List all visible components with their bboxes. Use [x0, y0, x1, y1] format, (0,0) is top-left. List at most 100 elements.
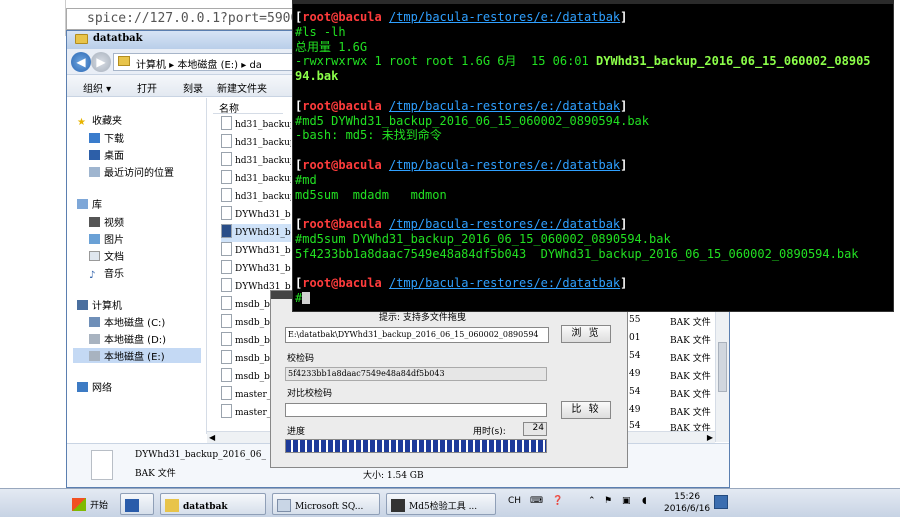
file-icon — [221, 332, 232, 346]
sidebar-item-favorites[interactable]: ★ 收藏夹 — [77, 112, 122, 128]
sidebar-item-documents[interactable]: 文档 — [89, 248, 124, 263]
type-cell: BAK 文件 — [670, 390, 711, 400]
sidebar-item-downloads[interactable]: 下载 — [89, 130, 124, 145]
list-item-selected[interactable]: DYWhd31_back — [221, 224, 291, 242]
checksum-field[interactable]: 5f4233bb1a8daac7549e48a84df5b043 — [285, 367, 547, 381]
system-clock[interactable]: 15:26 2016/6/16 — [664, 491, 710, 515]
list-item[interactable]: DYWhd31_back — [221, 206, 291, 224]
date-cell: 54 — [629, 387, 641, 397]
sidebar-item-pictures[interactable]: 图片 — [89, 231, 124, 246]
ime-indicator[interactable]: CH — [508, 496, 521, 506]
sidebar-item-desktop[interactable]: 桌面 — [89, 147, 124, 162]
spice-url-field[interactable]: spice://127.0.0.1?port=5900; — [66, 8, 306, 30]
date-cell: 49 — [629, 369, 641, 379]
pictures-icon — [89, 234, 100, 244]
list-item[interactable]: hd31_backup_ — [221, 116, 291, 134]
show-hidden-icons-icon[interactable]: ⌃ — [588, 496, 596, 506]
list-item[interactable]: hd31_backup_ — [221, 152, 291, 170]
clock-time: 15:26 — [674, 492, 701, 502]
music-icon: ♪ — [89, 270, 96, 281]
sidebar-item-disk-c[interactable]: 本地磁盘 (C:) — [89, 314, 165, 329]
taskbar-sql[interactable]: Microsoft SQ... — [272, 493, 380, 515]
desktop-icon — [89, 150, 100, 160]
navigation-pane: ★ 收藏夹 下载 桌面 最近访问的位置 库 视频 图片 文档 ♪ 音乐 计算机 本地… — [67, 98, 207, 434]
open-button[interactable]: 打开 — [137, 80, 157, 95]
scroll-right-icon[interactable]: ▶ — [707, 433, 713, 442]
breadcrumb-computer[interactable]: 计算机 — [136, 60, 166, 70]
list-item[interactable]: DYWhd31_back — [221, 242, 291, 260]
network-tray-icon[interactable]: ▣ — [622, 496, 631, 506]
burn-button[interactable]: 刻录 — [183, 80, 203, 95]
list-item[interactable]: DYWhd31_back — [221, 260, 291, 278]
sidebar-item-libraries[interactable]: 库 — [77, 196, 102, 211]
details-file-size: 大小: 1.54 GB — [363, 471, 424, 481]
sidebar-item-music[interactable]: ♪ 音乐 — [89, 265, 124, 281]
file-icon — [221, 134, 232, 148]
help-icon[interactable]: ❓ — [552, 496, 563, 506]
progress-bar-fill — [286, 440, 546, 452]
cursor-icon — [302, 292, 311, 305]
file-icon — [221, 206, 232, 220]
sidebar-item-disk-d[interactable]: 本地磁盘 (D:) — [89, 331, 166, 346]
show-desktop-icon[interactable] — [714, 495, 728, 509]
clock-date: 2016/6/16 — [664, 504, 711, 514]
sidebar-item-recent[interactable]: 最近访问的位置 — [89, 164, 174, 179]
star-icon: ★ — [77, 117, 86, 128]
column-header-name[interactable]: 名称 — [213, 98, 283, 115]
new-folder-button[interactable]: 新建文件夹 — [217, 80, 267, 95]
terminal-input-line[interactable]: # — [295, 291, 893, 306]
file-icon — [221, 386, 232, 400]
file-icon — [221, 224, 232, 238]
list-item[interactable]: hd31_backup_ — [221, 170, 291, 188]
progress-bar — [285, 439, 547, 453]
taskbar-powershell[interactable] — [120, 493, 154, 515]
browse-button[interactable]: 浏 览 — [561, 325, 611, 343]
list-item[interactable]: hd31_backup_ — [221, 134, 291, 152]
file-icon — [221, 278, 232, 292]
terminal-prompt-line: [root@bacula /tmp/bacula-restores/e:/dat… — [295, 10, 628, 24]
scroll-left-icon[interactable]: ◀ — [209, 433, 215, 442]
compare-checksum-field[interactable] — [285, 403, 547, 417]
type-cell: BAK 文件 — [670, 408, 711, 418]
list-item[interactable]: hd31_backup_ — [221, 188, 291, 206]
elapsed-time-value: 24 — [523, 422, 547, 436]
start-button[interactable]: 开始 — [68, 493, 112, 515]
breadcrumb-disk[interactable]: 本地磁盘 (E:) — [177, 60, 238, 70]
keyboard-icon[interactable]: ⌨ — [530, 496, 543, 506]
taskbar-explorer[interactable]: datatbak — [160, 493, 266, 515]
explorer-title: datatbak — [93, 33, 143, 44]
file-icon — [221, 296, 232, 310]
forward-button[interactable]: ▶ — [91, 52, 111, 72]
taskbar-md5[interactable]: Md5检验工具 ... — [386, 493, 496, 515]
scrollbar-thumb[interactable] — [718, 342, 727, 392]
flag-icon[interactable]: ⚑ — [604, 496, 612, 506]
back-button[interactable]: ◀ — [71, 52, 91, 72]
breadcrumb-folder[interactable]: da — [249, 60, 261, 70]
vertical-scrollbar[interactable] — [715, 312, 729, 442]
file-icon — [221, 170, 232, 184]
terminal-prompt-line: [root@bacula /tmp/bacula-restores/e:/dat… — [295, 276, 628, 291]
windows-logo-icon — [72, 498, 86, 511]
type-cell: BAK 文件 — [670, 318, 711, 328]
sidebar-item-network[interactable]: 网络 — [77, 379, 112, 394]
organize-menu[interactable]: 组织 ▾ — [83, 80, 111, 95]
drive-icon — [89, 334, 100, 344]
spice-frame-left — [0, 0, 66, 36]
compare-button[interactable]: 比 较 — [561, 401, 611, 419]
file-icon — [221, 350, 232, 364]
powershell-icon — [125, 499, 139, 512]
terminal-output: 5f4233bb1a8daac7549e48a84df5b043 DYWhd31… — [295, 246, 859, 261]
type-cell: BAK 文件 — [670, 354, 711, 364]
sidebar-item-videos[interactable]: 视频 — [89, 214, 124, 229]
file-path-field[interactable]: E:\datatbak\DYWhd31_backup_2016_06_15_06… — [285, 327, 549, 343]
details-file-type: BAK 文件 — [135, 469, 176, 479]
terminal-output: md5sum mdadm mdmon — [295, 187, 447, 202]
volume-icon[interactable]: ◖ — [642, 496, 647, 506]
sidebar-item-disk-e[interactable]: 本地磁盘 (E:) — [73, 348, 201, 363]
sidebar-item-computer[interactable]: 计算机 — [77, 297, 122, 312]
date-cell: 49 — [629, 405, 641, 415]
date-cell: 55 — [629, 315, 641, 325]
taskbar: 开始 datatbak Microsoft SQ... Md5检验工具 ... … — [0, 488, 900, 517]
terminal-window[interactable]: [root@bacula /tmp/bacula-restores/e:/dat… — [292, 0, 894, 312]
terminal-output: 94.bak — [295, 69, 339, 84]
